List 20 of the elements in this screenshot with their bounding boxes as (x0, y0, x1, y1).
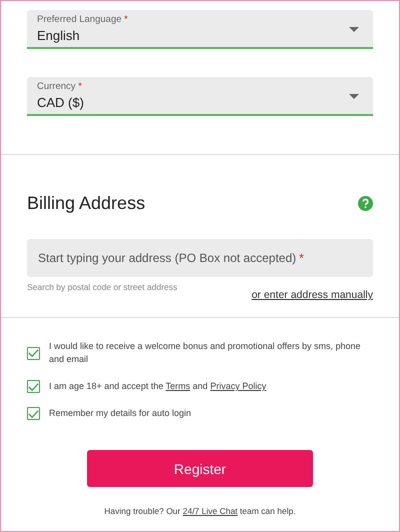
address-input-field[interactable]: Start typing your address (PO Box not accepted) * (27, 239, 373, 277)
help-icon[interactable] (358, 196, 373, 211)
checkbox[interactable] (27, 380, 40, 393)
section-title: Billing Address (27, 193, 146, 214)
dropdown-field[interactable]: Currency * CAD ($) (27, 77, 373, 116)
manual-address-link[interactable]: or enter address manually (252, 289, 373, 301)
text-link[interactable]: Terms (166, 381, 190, 391)
help-text: Having trouble? Our 24/7 Live Chat team can help. (103, 506, 297, 516)
checkbox-label: I am age 18+ and accept the Terms and Privacy Policy (49, 380, 268, 393)
checkbox-label: I would like to receive a welcome bonus and promotional offers by sms, phone and email (49, 340, 362, 366)
dropdown-field[interactable]: Preferred Language * English (27, 10, 373, 49)
live-chat-link[interactable]: 24/7 Live Chat (182, 506, 238, 516)
caret-icon (349, 94, 359, 99)
hint-text: Search by postal code or street address (27, 282, 178, 292)
checkbox[interactable] (27, 407, 40, 420)
checkbox-label: Remember my details for auto login (49, 407, 192, 420)
checkbox[interactable] (27, 346, 40, 360)
text-link[interactable]: Privacy Policy (210, 381, 266, 391)
register-button[interactable]: Register (87, 450, 313, 487)
caret-icon (349, 27, 359, 32)
